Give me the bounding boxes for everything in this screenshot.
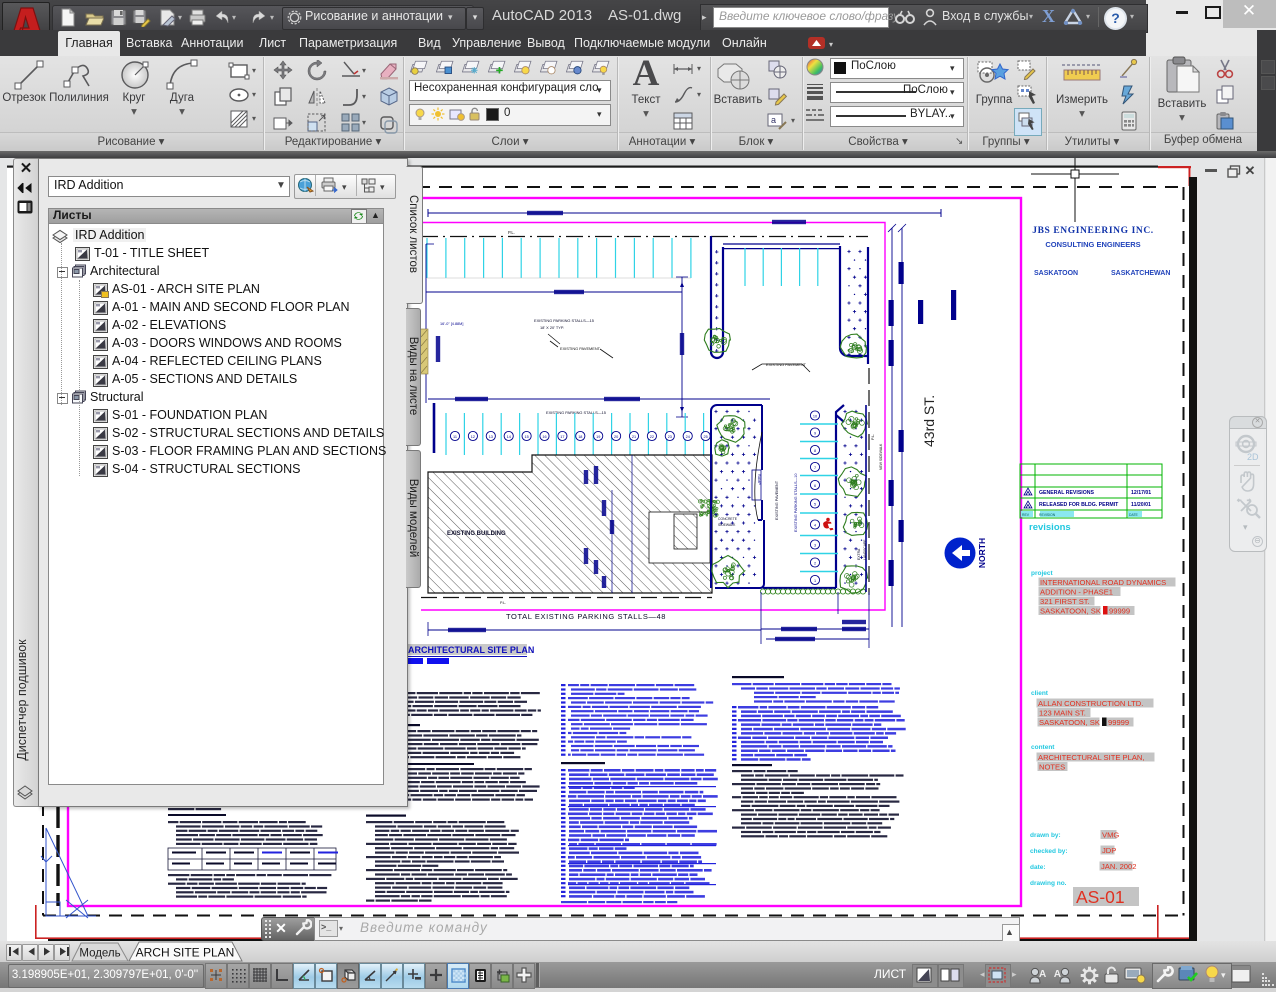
svg-text:RELEASED FOR BLDG. PERMIT: RELEASED FOR BLDG. PERMIT: [1039, 502, 1119, 508]
svg-text:DATE: DATE: [1129, 513, 1139, 517]
svg-text:8: 8: [814, 449, 816, 453]
svg-text:client: client: [1031, 690, 1049, 697]
svg-text:drawing no.: drawing no.: [1030, 880, 1067, 887]
svg-text:7: 7: [814, 466, 816, 470]
svg-text:CONSULTING ENGINEERS: CONSULTING ENGINEERS: [1045, 240, 1140, 249]
svg-text:23: 23: [668, 435, 672, 439]
svg-text:EXISTING BUILDING: EXISTING BUILDING: [447, 531, 506, 537]
svg-text:date:: date:: [1030, 864, 1046, 871]
svg-text:10: 10: [813, 415, 817, 419]
svg-text:16'-0" [4.88M]: 16'-0" [4.88M]: [440, 322, 463, 326]
svg-text:EXISTING PARKING STALLS—15: EXISTING PARKING STALLS—15: [546, 410, 606, 415]
svg-text:NORTH: NORTH: [977, 538, 987, 568]
svg-text:EXISTING PAVEMENT: EXISTING PAVEMENT: [766, 362, 807, 367]
svg-text:GENERAL REVISIONS: GENERAL REVISIONS: [1039, 490, 1094, 496]
svg-text:18: 18: [578, 435, 582, 439]
svg-text:LANDSCAPE: LANDSCAPE: [863, 539, 867, 560]
svg-text:2D: 2D: [1247, 452, 1259, 462]
svg-text:20: 20: [614, 435, 618, 439]
svg-text:SASKATOON, SK: SASKATOON, SK: [1040, 607, 1101, 616]
svg-text:A: A: [1039, 969, 1046, 980]
svg-text:22: 22: [650, 435, 654, 439]
svg-text:EXISTING PAVEMENT: EXISTING PAVEMENT: [560, 346, 601, 351]
svg-text:12: 12: [471, 435, 475, 439]
svg-text:15: 15: [524, 435, 528, 439]
svg-text:.: .: [530, 648, 532, 655]
svg-text:REVISION: REVISION: [1039, 513, 1056, 517]
svg-text:JAN. 2002: JAN. 2002: [1101, 862, 1136, 871]
svg-text:EXISTING PAVEMENT: EXISTING PAVEMENT: [775, 480, 779, 520]
svg-text:P.L.: P.L.: [500, 601, 506, 605]
svg-text:9: 9: [814, 432, 816, 436]
svg-text:3: 3: [814, 544, 816, 548]
svg-text:AS-01: AS-01: [1076, 887, 1125, 907]
svg-text:SASKATOON: SASKATOON: [1034, 270, 1078, 277]
svg-text:checked by:: checked by:: [1030, 848, 1068, 855]
svg-text:25: 25: [703, 435, 707, 439]
svg-text:24: 24: [686, 435, 690, 439]
svg-text:CONCRETE: CONCRETE: [718, 517, 738, 521]
svg-text:VMG: VMG: [1102, 831, 1119, 840]
svg-text:19: 19: [596, 435, 600, 439]
svg-text:EXISTING PARKING STALLS—15: EXISTING PARKING STALLS—15: [534, 318, 594, 323]
svg-text:NEW SIDEWALK: NEW SIDEWALK: [879, 443, 883, 470]
svg-text:a: a: [771, 115, 776, 125]
svg-text:REV: REV: [1022, 513, 1030, 517]
svg-text:RAMP: RAMP: [757, 474, 761, 485]
svg-text:ARCHITECTURAL SITE PLAN: ARCHITECTURAL SITE PLAN: [408, 645, 534, 655]
svg-text:content: content: [1031, 744, 1055, 751]
svg-text:ALLAN CONSTRUCTION LTD.: ALLAN CONSTRUCTION LTD.: [1038, 699, 1143, 708]
svg-text:TOTAL EXISTING PARKING STAL: TOTAL EXISTING PARKING STALLS—48: [506, 612, 666, 621]
svg-text:11: 11: [453, 435, 457, 439]
svg-text:2: 2: [814, 562, 816, 566]
svg-text:SIDEWALK: SIDEWALK: [718, 523, 736, 527]
svg-text:16: 16: [542, 435, 546, 439]
svg-text:21: 21: [632, 435, 636, 439]
svg-text:ADDITION - PHASE1: ADDITION - PHASE1: [1040, 588, 1113, 597]
svg-text:4: 4: [814, 524, 816, 528]
svg-text:EXISTING PARKING STALLS—10: EXISTING PARKING STALLS—10: [794, 473, 798, 532]
svg-text:project: project: [1031, 570, 1054, 577]
svg-text:ARCH SITE PLAN: ARCH SITE PLAN: [136, 946, 235, 960]
svg-text:321 FIRST ST.: 321 FIRST ST.: [1040, 597, 1090, 606]
svg-text:JDP: JDP: [1102, 846, 1116, 855]
svg-text:6: 6: [814, 484, 816, 488]
svg-text:JBS ENGINEERING INC.: JBS ENGINEERING INC.: [1032, 226, 1154, 236]
svg-text:1: 1: [814, 579, 816, 583]
svg-text:17: 17: [560, 435, 564, 439]
svg-text:EXTRA: EXTRA: [857, 548, 861, 560]
svg-text:A: A: [1054, 969, 1061, 980]
svg-text:SASKATOON, SK: SASKATOON, SK: [1039, 718, 1100, 727]
svg-text:ARCHITECTURAL SITE PLAN,: ARCHITECTURAL SITE PLAN,: [1038, 753, 1144, 762]
svg-text:18' X 20' TYP.: 18' X 20' TYP.: [540, 325, 564, 330]
svg-text:drawn by:: drawn by:: [1030, 832, 1061, 839]
svg-text:11/20/01: 11/20/01: [1131, 502, 1151, 508]
svg-text:99999: 99999: [1108, 718, 1129, 727]
svg-text:5: 5: [814, 503, 816, 507]
svg-text:NOTES: NOTES: [1039, 763, 1065, 772]
svg-text:123 MAIN ST.: 123 MAIN ST.: [1039, 709, 1086, 718]
svg-text:SASKATCHEWAN: SASKATCHEWAN: [1111, 270, 1170, 277]
svg-text:13: 13: [489, 435, 493, 439]
svg-text:P.L.: P.L.: [508, 230, 515, 235]
svg-text:14: 14: [507, 435, 511, 439]
svg-text:revisions: revisions: [1029, 522, 1071, 533]
svg-text:43rd ST.: 43rd ST.: [921, 395, 937, 447]
svg-text:INTERNATIONAL ROAD DYNAMICS: INTERNATIONAL ROAD DYNAMICS: [1040, 578, 1166, 587]
svg-text:99999: 99999: [1109, 607, 1130, 616]
svg-text:12/17/01: 12/17/01: [1131, 490, 1151, 496]
svg-text:P.L.: P.L.: [871, 434, 875, 440]
svg-text:Модель: Модель: [79, 948, 120, 960]
